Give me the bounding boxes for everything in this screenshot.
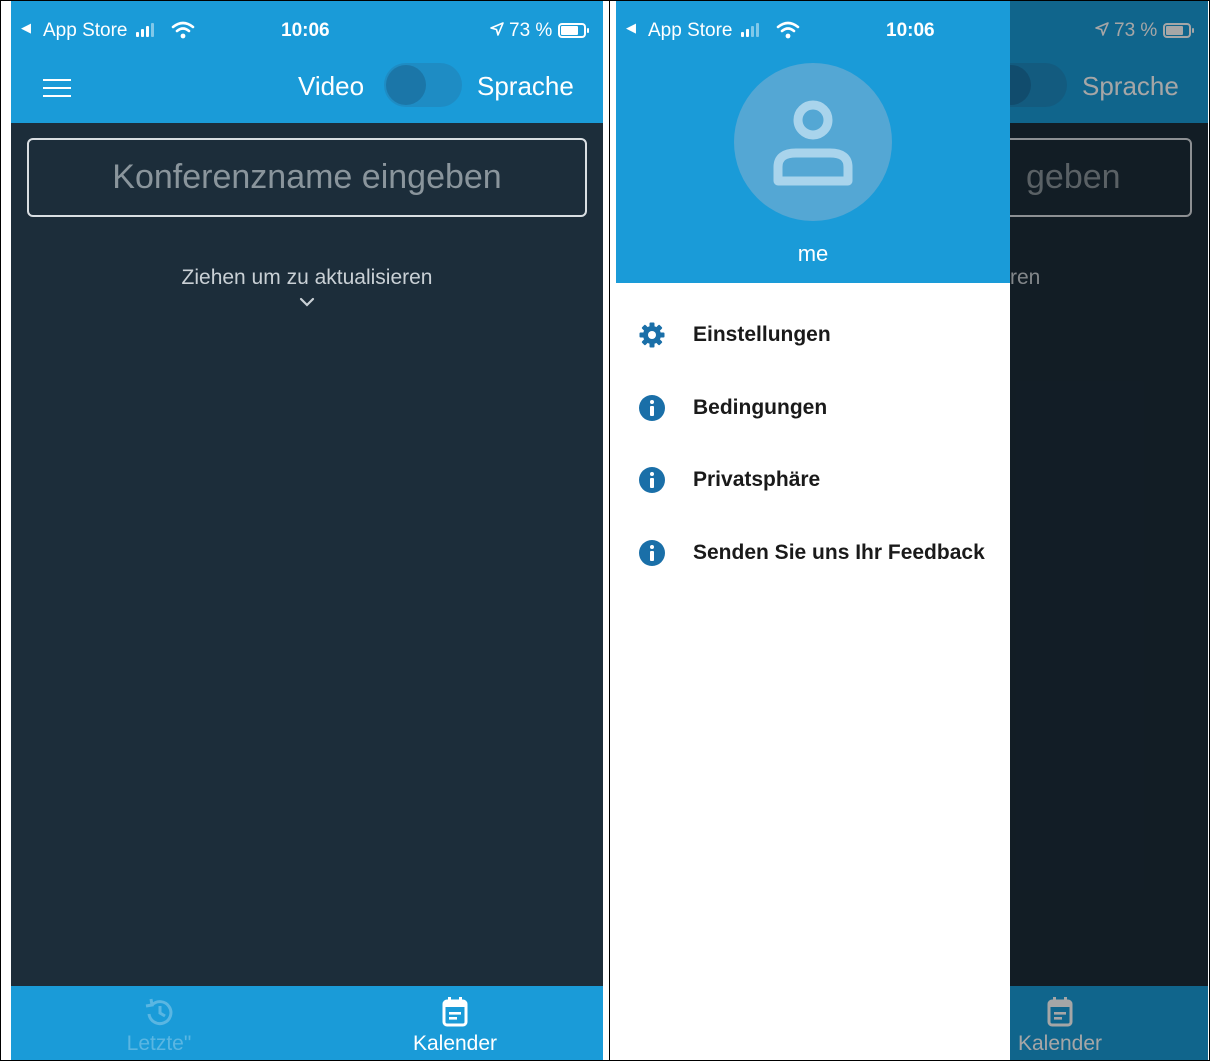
wifi-icon (171, 21, 195, 39)
audio-mode-label: Sprache (477, 71, 574, 101)
signal-icon (741, 23, 759, 37)
panel-divider (609, 0, 610, 1061)
signal-icon (136, 23, 154, 37)
menu-item-label: Bedingungen (693, 396, 828, 419)
battery-icon (558, 23, 589, 38)
user-name: me (797, 241, 829, 266)
info-icon (639, 540, 665, 566)
navigation-drawer: ◀ App Store 10:06 me Einstellungen Bedin… (616, 1, 1010, 1060)
user-icon (773, 100, 853, 186)
back-arrow-icon[interactable]: ◀ (21, 20, 31, 36)
phone-screen-drawer-open: 73 % Sprache geben ren Kalender ◀ App St… (616, 1, 1208, 1060)
tab-recent-label: Letzte" (126, 1032, 192, 1055)
pull-to-refresh-hint: Ziehen um zu aktualisieren (181, 266, 433, 289)
status-bar: ◀ App Store 10:06 (616, 1, 1010, 57)
tab-recent[interactable]: Letzte" (11, 986, 307, 1060)
history-icon (145, 998, 173, 1026)
tab-calendar-label: Kalender (412, 1032, 498, 1055)
chevron-down-icon (299, 297, 315, 307)
avatar[interactable] (734, 63, 892, 221)
info-icon (639, 395, 665, 421)
video-mode-label: Video (298, 71, 365, 101)
drawer-header: ◀ App Store 10:06 me (616, 1, 1010, 283)
menu-item-label: Privatsphäre (693, 468, 821, 491)
status-time: 10:06 (886, 20, 935, 41)
battery-percentage: 73 % (509, 20, 553, 41)
wifi-icon (776, 21, 800, 39)
video-audio-toggle[interactable] (384, 63, 462, 107)
gear-icon (639, 322, 665, 348)
menu-item-label: Einstellungen (693, 323, 831, 346)
back-arrow-icon[interactable]: ◀ (626, 20, 636, 36)
tab-calendar[interactable]: Kalender (307, 986, 603, 1060)
status-time: 10:06 (281, 20, 330, 41)
menu-item-label: Senden Sie uns Ihr Feedback (693, 541, 985, 564)
status-bar: ◀ App Store 10:06 73 % (11, 1, 603, 57)
conference-name-input[interactable] (27, 138, 587, 217)
menu-item-terms[interactable]: Bedingungen (616, 380, 1010, 436)
menu-item-settings[interactable]: Einstellungen (616, 307, 1010, 363)
menu-item-privacy[interactable]: Privatsphäre (616, 452, 1010, 508)
back-to-app-store[interactable]: App Store (648, 20, 733, 42)
bottom-navigation: Letzte" Kalender (11, 986, 603, 1060)
phone-screen-main: ◀ App Store 10:06 73 % Video Sprache Zie… (11, 1, 603, 1060)
app-bar: Video Sprache (11, 57, 603, 123)
menu-icon[interactable] (43, 77, 71, 99)
info-icon (639, 467, 665, 493)
calendar-icon (442, 997, 468, 1027)
menu-item-feedback[interactable]: Senden Sie uns Ihr Feedback (616, 525, 1010, 581)
back-to-app-store[interactable]: App Store (43, 20, 128, 42)
toggle-knob (386, 65, 426, 105)
location-icon (490, 22, 504, 36)
